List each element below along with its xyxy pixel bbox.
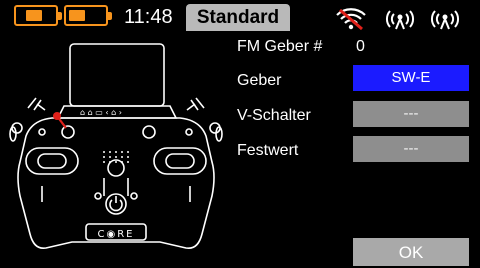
fm-geber-label: FM Geber #: [237, 38, 323, 55]
profile-tab[interactable]: Standard: [186, 4, 290, 31]
transmitter-battery-icon: [14, 5, 62, 26]
status-bar: 11:48 Standard: [0, 0, 480, 34]
geber-label: Geber: [237, 72, 282, 89]
antenna-icon-2: [431, 10, 459, 30]
transmitter-illustration: ⌂ ⌂ ▭ ‹ ⌂ › C◉RE: [9, 43, 223, 250]
antenna-icon: [386, 10, 414, 30]
ok-button[interactable]: OK: [353, 238, 469, 266]
no-signal-icon: [336, 8, 366, 31]
clock: 11:48: [124, 6, 173, 28]
festwert-selector[interactable]: ---: [353, 136, 469, 162]
fm-geber-value: 0: [356, 38, 365, 55]
festwert-label: Festwert: [237, 142, 299, 159]
vschalter-label: V-Schalter: [237, 107, 311, 124]
svg-text:C◉RE: C◉RE: [98, 229, 135, 240]
svg-text:⌂ ⌂ ▭ ‹ ⌂ ›: ⌂ ⌂ ▭ ‹ ⌂ ›: [80, 108, 122, 117]
receiver-battery-icon: [64, 5, 112, 26]
geber-selector[interactable]: SW-E: [353, 65, 469, 91]
vschalter-selector[interactable]: ---: [353, 101, 469, 127]
